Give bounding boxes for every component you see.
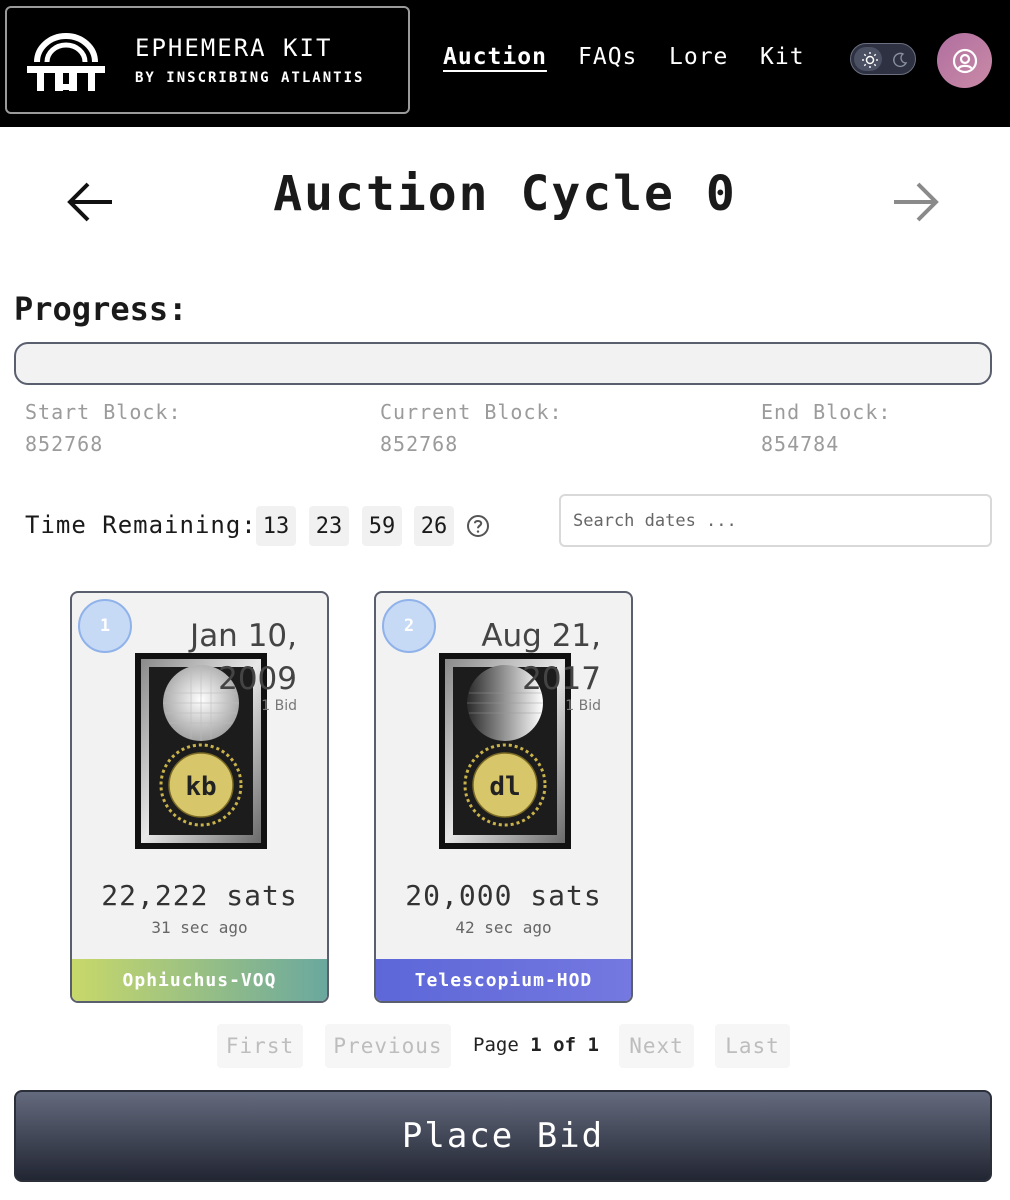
nav-faqs[interactable]: FAQs bbox=[578, 44, 637, 70]
ephemera-logo-icon bbox=[27, 33, 105, 91]
svg-text:kb: kb bbox=[185, 772, 216, 802]
search-dates-input[interactable] bbox=[559, 494, 992, 547]
time-hours: 23 bbox=[309, 506, 349, 546]
current-page: 1 bbox=[530, 1034, 542, 1056]
moon-icon bbox=[893, 52, 908, 68]
bid-time-ago: 31 sec ago bbox=[151, 918, 248, 937]
next-page-button[interactable]: Next bbox=[619, 1024, 694, 1068]
brand-title: EPHEMERA KIT bbox=[135, 34, 333, 62]
first-page-button[interactable]: First bbox=[217, 1024, 303, 1068]
time-remaining-label: Time Remaining: bbox=[25, 511, 257, 539]
time-days: 13 bbox=[256, 506, 296, 546]
place-bid-button[interactable]: Place Bid bbox=[14, 1090, 992, 1182]
nav-kit[interactable]: Kit bbox=[760, 44, 805, 70]
page-indicator: Page 1 of 1 bbox=[473, 1034, 599, 1056]
next-cycle-arrow-icon[interactable] bbox=[888, 174, 944, 230]
auction-date-year: 2017 bbox=[522, 661, 601, 697]
nav-auction[interactable]: Auction bbox=[443, 44, 547, 70]
bid-amount: 20,000 sats bbox=[405, 879, 602, 912]
page-word: Page bbox=[473, 1034, 519, 1056]
start-block-value: 852768 bbox=[25, 432, 104, 456]
progress-label: Progress: bbox=[14, 290, 188, 328]
start-block-label: Start Block: bbox=[25, 400, 182, 424]
auction-date-month-day: Jan 10, bbox=[190, 618, 297, 654]
time-minutes: 59 bbox=[362, 506, 402, 546]
nav-lore[interactable]: Lore bbox=[669, 44, 728, 70]
last-page-button[interactable]: Last bbox=[715, 1024, 790, 1068]
rank-badge: 2 bbox=[382, 599, 436, 653]
auction-card[interactable]: 1 kb Jan 10, 2009 1 Bid 22,222 sats 31 s… bbox=[70, 591, 329, 1003]
current-block-value: 852768 bbox=[380, 432, 459, 456]
help-icon[interactable] bbox=[466, 514, 490, 538]
auction-date-month-day: Aug 21, bbox=[481, 618, 601, 654]
bid-count: 1 Bid bbox=[565, 698, 601, 714]
bidder-name: Ophiuchus-VOQ bbox=[72, 959, 327, 1001]
progress-bar bbox=[14, 342, 992, 385]
top-header: EPHEMERA KIT BY INSCRIBING ATLANTIS Auct… bbox=[0, 0, 1010, 127]
time-seconds: 26 bbox=[414, 506, 454, 546]
of-word: of bbox=[553, 1034, 577, 1056]
page-title: Auction Cycle 0 bbox=[273, 166, 737, 222]
user-avatar-button[interactable] bbox=[937, 33, 992, 88]
end-block-value: 854784 bbox=[761, 432, 840, 456]
sun-icon bbox=[862, 52, 878, 68]
theme-toggle[interactable] bbox=[850, 43, 916, 75]
svg-text:dl: dl bbox=[489, 772, 520, 802]
bid-amount: 22,222 sats bbox=[101, 879, 298, 912]
auction-card[interactable]: 2 dl Aug 21, 2017 1 Bid 20,000 sats 42 s… bbox=[374, 591, 633, 1003]
end-block-label: End Block: bbox=[761, 400, 892, 424]
bid-count: 1 Bid bbox=[261, 698, 297, 714]
brand-block[interactable]: EPHEMERA KIT BY INSCRIBING ATLANTIS bbox=[5, 6, 410, 114]
total-pages: 1 bbox=[587, 1034, 599, 1056]
brand-subtitle: BY INSCRIBING ATLANTIS bbox=[135, 70, 365, 86]
bid-time-ago: 42 sec ago bbox=[455, 918, 552, 937]
user-circle-icon bbox=[952, 48, 977, 73]
auction-date-year: 2009 bbox=[218, 661, 297, 697]
auction-date: Aug 21, 2017 bbox=[481, 615, 601, 701]
rank-badge: 1 bbox=[78, 599, 132, 653]
auction-date: Jan 10, 2009 bbox=[190, 615, 297, 701]
previous-page-button[interactable]: Previous bbox=[325, 1024, 451, 1068]
current-block-label: Current Block: bbox=[380, 400, 563, 424]
bidder-name: Telescopium-HOD bbox=[376, 959, 631, 1001]
